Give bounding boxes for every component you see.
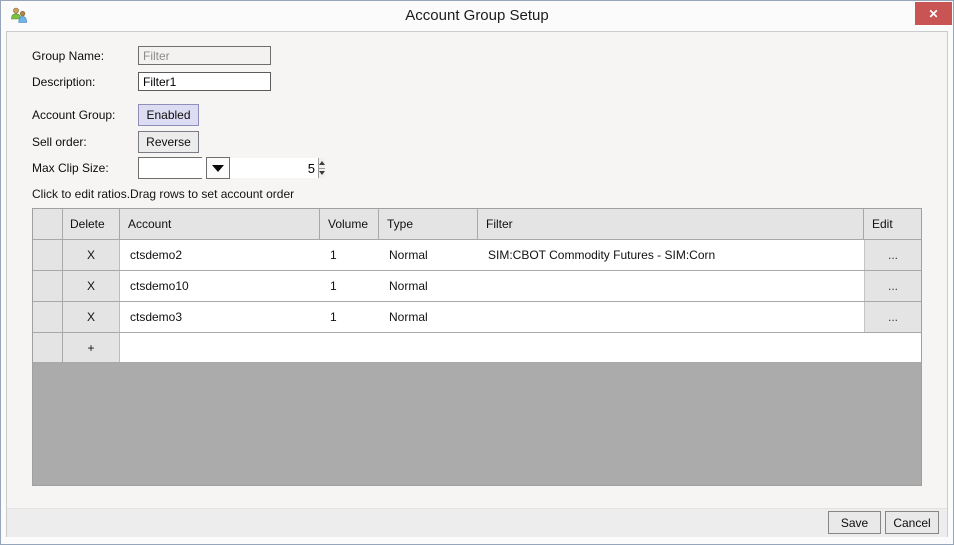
type-cell[interactable]: Normal bbox=[379, 240, 478, 270]
sell-order-reverse-button[interactable]: Reverse bbox=[138, 131, 199, 153]
sell-order-button-label: Reverse bbox=[146, 135, 191, 149]
account-group-toggle-button[interactable]: Enabled bbox=[138, 104, 199, 126]
header-filter[interactable]: Filter bbox=[478, 209, 864, 239]
spin-buttons bbox=[318, 158, 325, 178]
description-input[interactable] bbox=[138, 72, 271, 91]
cancel-button[interactable]: Cancel bbox=[885, 511, 939, 534]
table-row[interactable]: X ctsdemo10 1 Normal ... bbox=[33, 271, 921, 302]
cancel-button-label: Cancel bbox=[893, 516, 930, 530]
empty-cell bbox=[320, 333, 379, 362]
accounts-grid: Delete Account Volume Type Filter Edit X… bbox=[32, 208, 922, 486]
table-body: X ctsdemo2 1 Normal SIM:CBOT Commodity F… bbox=[33, 240, 921, 333]
empty-cell bbox=[478, 333, 864, 362]
grid-header-row: Delete Account Volume Type Filter Edit bbox=[33, 209, 921, 240]
account-group-label: Account Group: bbox=[32, 108, 115, 122]
filter-cell[interactable] bbox=[478, 302, 864, 332]
empty-cell bbox=[864, 333, 921, 362]
table-new-row[interactable]: + bbox=[33, 333, 921, 363]
chevron-down-icon bbox=[212, 165, 224, 172]
row-selector[interactable] bbox=[33, 333, 63, 362]
description-label: Description: bbox=[32, 75, 95, 89]
header-edit[interactable]: Edit bbox=[864, 209, 921, 239]
save-button[interactable]: Save bbox=[828, 511, 881, 534]
type-cell[interactable]: Normal bbox=[379, 302, 478, 332]
close-icon: ✕ bbox=[928, 7, 938, 21]
header-delete[interactable]: Delete bbox=[63, 209, 120, 239]
spin-up-button[interactable] bbox=[319, 158, 325, 168]
spin-down-button[interactable] bbox=[319, 168, 325, 179]
table-row[interactable]: X ctsdemo2 1 Normal SIM:CBOT Commodity F… bbox=[33, 240, 921, 271]
filter-cell[interactable] bbox=[478, 271, 864, 301]
volume-cell[interactable]: 1 bbox=[320, 240, 379, 270]
spin-down-icon bbox=[319, 171, 325, 175]
max-clip-size-dropdown-button[interactable] bbox=[206, 157, 230, 179]
volume-cell[interactable]: 1 bbox=[320, 302, 379, 332]
header-type[interactable]: Type bbox=[379, 209, 478, 239]
account-cell[interactable]: ctsdemo10 bbox=[120, 271, 320, 301]
edit-button[interactable]: ... bbox=[864, 240, 921, 270]
row-selector[interactable] bbox=[33, 240, 63, 270]
group-name-label: Group Name: bbox=[32, 49, 104, 63]
account-group-setup-dialog: Account Group Setup ✕ Group Name: Descri… bbox=[0, 0, 954, 545]
max-clip-size-label: Max Clip Size: bbox=[32, 161, 109, 175]
add-row-button[interactable]: + bbox=[63, 333, 120, 362]
account-cell[interactable]: ctsdemo3 bbox=[120, 302, 320, 332]
delete-cell[interactable]: X bbox=[63, 271, 120, 301]
filter-cell[interactable]: SIM:CBOT Commodity Futures - SIM:Corn bbox=[478, 240, 864, 270]
row-selector[interactable] bbox=[33, 271, 63, 301]
empty-cell bbox=[379, 333, 478, 362]
sell-order-label: Sell order: bbox=[32, 135, 87, 149]
footer-bar bbox=[7, 508, 947, 537]
row-selector[interactable] bbox=[33, 302, 63, 332]
group-name-input bbox=[138, 46, 271, 65]
type-cell[interactable]: Normal bbox=[379, 271, 478, 301]
save-button-label: Save bbox=[841, 516, 868, 530]
dialog-title: Account Group Setup bbox=[1, 1, 953, 31]
grid-hint-text: Click to edit ratios.Drag rows to set ac… bbox=[32, 187, 294, 201]
table-row[interactable]: X ctsdemo3 1 Normal ... bbox=[33, 302, 921, 333]
max-clip-size-stepper bbox=[138, 157, 202, 179]
delete-cell[interactable]: X bbox=[63, 240, 120, 270]
header-account[interactable]: Account bbox=[120, 209, 320, 239]
empty-cell bbox=[120, 333, 320, 362]
delete-cell[interactable]: X bbox=[63, 302, 120, 332]
account-group-toggle-label: Enabled bbox=[146, 108, 190, 122]
title-bar[interactable]: Account Group Setup ✕ bbox=[1, 1, 953, 31]
spin-up-icon bbox=[319, 161, 325, 165]
edit-button[interactable]: ... bbox=[864, 271, 921, 301]
close-button[interactable]: ✕ bbox=[915, 2, 952, 25]
header-row-selector bbox=[33, 209, 63, 239]
volume-cell[interactable]: 1 bbox=[320, 271, 379, 301]
header-volume[interactable]: Volume bbox=[320, 209, 379, 239]
edit-button[interactable]: ... bbox=[864, 302, 921, 332]
account-cell[interactable]: ctsdemo2 bbox=[120, 240, 320, 270]
